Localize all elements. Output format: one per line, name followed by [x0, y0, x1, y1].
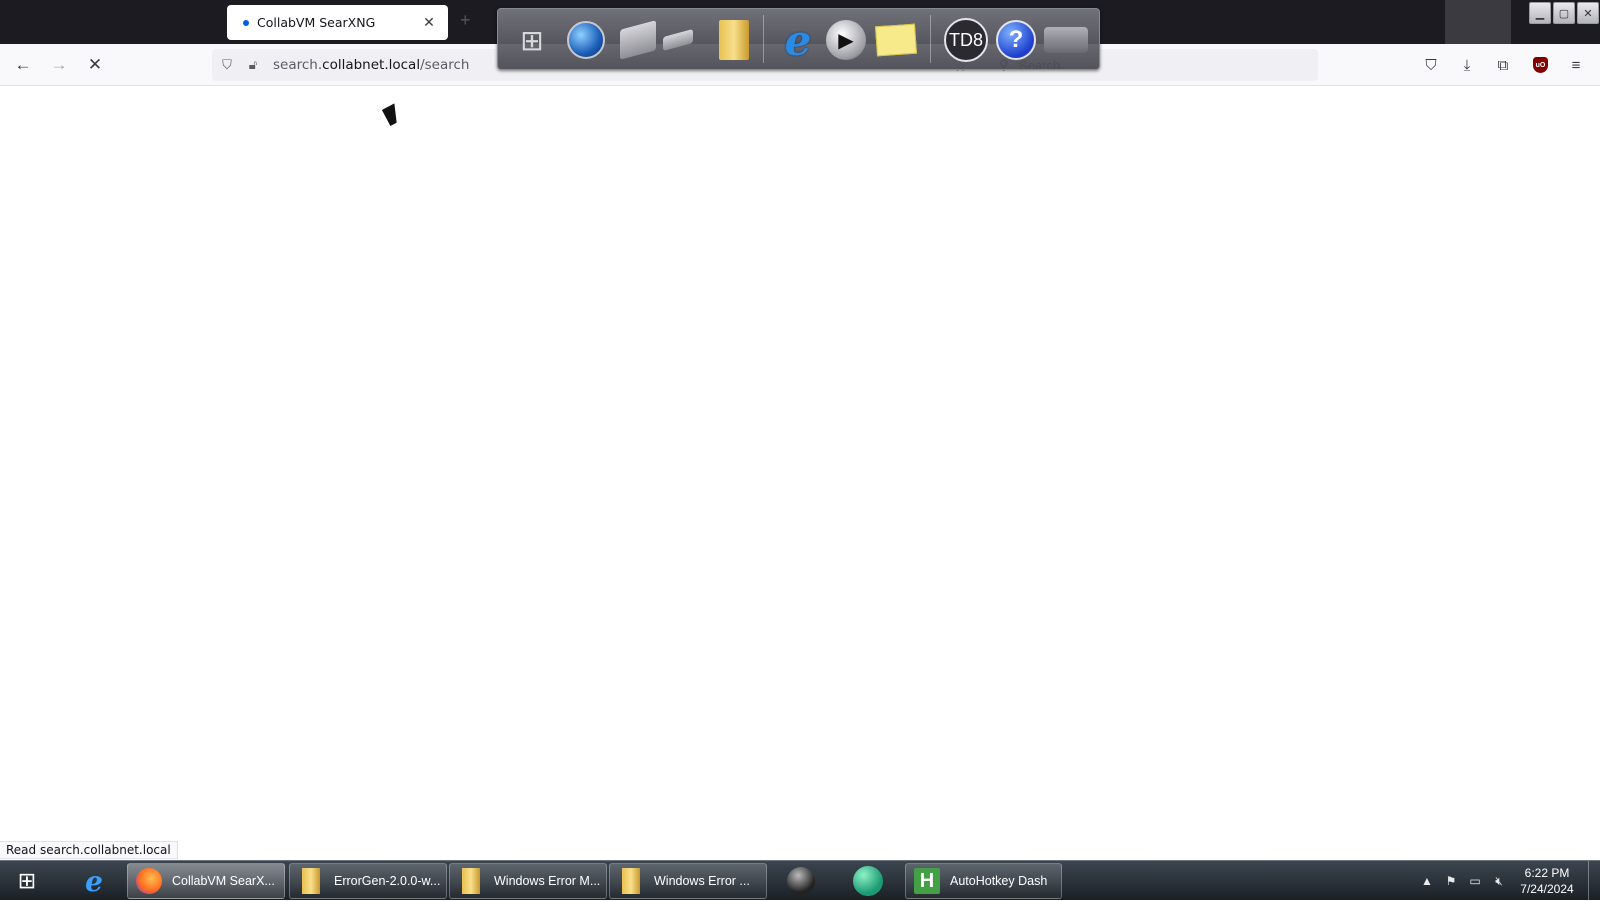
pocket-icon[interactable]: ⛉: [1420, 54, 1442, 76]
url-path: /search: [420, 57, 470, 73]
taskbar-item-windows-error-m[interactable]: Windows Error M...: [449, 863, 607, 899]
stop-loading-icon[interactable]: ✕: [84, 54, 106, 76]
show-hidden-icons-icon[interactable]: ▲: [1420, 874, 1434, 888]
clock-date: 7/24/2024: [1520, 882, 1574, 896]
action-center-flag-icon[interactable]: ⚑: [1444, 874, 1458, 888]
tab-close-icon[interactable]: ✕: [420, 14, 438, 31]
dock-separator: [930, 15, 931, 63]
loading-indicator-icon: [243, 19, 249, 26]
help-icon[interactable]: ?: [994, 18, 1038, 62]
maximize-window-button[interactable]: ▢: [1553, 2, 1575, 24]
network-status-icon[interactable]: ▭: [1468, 874, 1482, 888]
folder-icon: [458, 868, 484, 894]
extensions-icon[interactable]: ⧉: [1492, 54, 1514, 76]
network-icon[interactable]: [1044, 18, 1088, 62]
downloads-icon[interactable]: ⤓: [1456, 54, 1478, 76]
taskbar-item-label: Windows Error ...: [654, 874, 750, 888]
window-controls: ▁ ▢ ✕: [1528, 0, 1600, 26]
taskbar-item-windows-error[interactable]: Windows Error ...: [609, 863, 767, 899]
status-bar: Read search.collabnet.local: [0, 841, 178, 859]
internet-explorer-taskbar-icon[interactable]: e: [74, 863, 114, 899]
windows-taskbar: ⊞ e CollabVM SearX... ErrorGen-2.0.0-w..…: [0, 860, 1600, 901]
url-prefix: search.: [273, 57, 323, 73]
quick-launch-dock: ⊞ e ▶ TD8 ?: [497, 8, 1100, 70]
page-content-area: [0, 86, 1600, 859]
system-tray: ▲ ⚑ ▭ 🔇︎: [1420, 861, 1506, 901]
back-arrow-icon[interactable]: ←: [12, 54, 34, 76]
clock-time: 6:22 PM: [1524, 866, 1570, 880]
taskbar-item-firefox[interactable]: CollabVM SearX...: [127, 863, 285, 899]
url-host: collabnet.local: [322, 57, 421, 73]
taskbar-item-label: Windows Error M...: [494, 874, 601, 888]
firefox-icon: [136, 868, 162, 894]
volume-muted-icon[interactable]: 🔇︎: [1492, 874, 1506, 888]
windows-logo-icon[interactable]: ⊞: [510, 18, 554, 62]
folder-icon: [618, 868, 644, 894]
insecure-lock-icon[interactable]: 🔓︎: [244, 56, 262, 74]
close-window-button[interactable]: ✕: [1577, 2, 1599, 24]
taskbar-item-label: ErrorGen-2.0.0-w...: [334, 874, 441, 888]
url-text[interactable]: search.collabnet.local/search: [273, 57, 469, 73]
start-button[interactable]: ⊞: [6, 863, 48, 899]
sticky-notes-icon[interactable]: [874, 18, 918, 62]
globe-icon[interactable]: [564, 18, 608, 62]
folder-icon[interactable]: [712, 18, 756, 62]
green-orb-app-icon[interactable]: [844, 863, 892, 899]
taskbar-clock[interactable]: 6:22 PM 7/24/2024: [1515, 865, 1579, 897]
autohotkey-icon: H: [914, 868, 940, 894]
minimize-window-button[interactable]: ▁: [1529, 2, 1551, 24]
tab-collabvm-searxng[interactable]: CollabVM SearXNG ✕: [227, 5, 448, 40]
drive-icon[interactable]: [656, 18, 700, 62]
titlebar-dark-region: [1445, 0, 1511, 44]
media-player-icon[interactable]: ▶: [824, 18, 868, 62]
internet-explorer-icon[interactable]: e: [776, 16, 820, 65]
ublock-origin-icon[interactable]: uO: [1533, 57, 1548, 73]
taskbar-item-label: AutoHotkey Dash: [950, 874, 1048, 888]
folder-icon: [298, 868, 324, 894]
taskbar-item-errorgen[interactable]: ErrorGen-2.0.0-w...: [289, 863, 447, 899]
taskbar-item-label: CollabVM SearX...: [172, 874, 275, 888]
taskbar-item-autohotkey-dash[interactable]: H AutoHotkey Dash: [905, 863, 1062, 899]
td8-icon[interactable]: TD8: [944, 18, 988, 62]
new-tab-button[interactable]: +: [460, 10, 471, 31]
dark-orb-app-icon[interactable]: [777, 863, 825, 899]
computer-icon[interactable]: [616, 18, 660, 62]
show-desktop-button[interactable]: [1588, 861, 1600, 901]
tracking-shield-icon[interactable]: ⛉: [218, 56, 236, 74]
forward-arrow-icon[interactable]: →: [48, 54, 70, 76]
tab-title: CollabVM SearXNG: [257, 15, 376, 30]
dock-separator: [763, 15, 764, 63]
menu-hamburger-icon[interactable]: ≡: [1565, 54, 1587, 76]
